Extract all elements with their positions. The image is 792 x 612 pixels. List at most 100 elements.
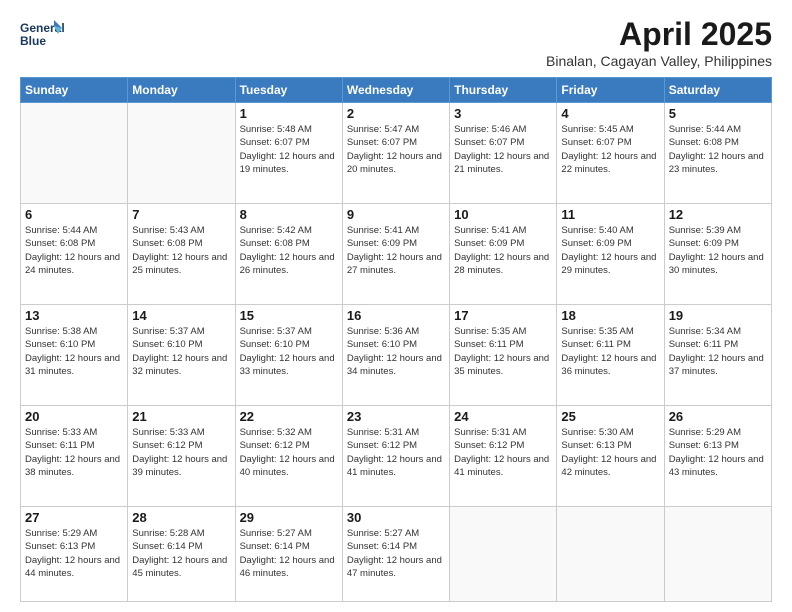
table-row: 21 Sunrise: 5:33 AMSunset: 6:12 PMDaylig… <box>128 405 235 506</box>
table-row: 19 Sunrise: 5:34 AMSunset: 6:11 PMDaylig… <box>664 304 771 405</box>
day-info: Sunrise: 5:35 AMSunset: 6:11 PMDaylight:… <box>454 325 552 378</box>
day-number: 29 <box>240 510 338 525</box>
day-number: 9 <box>347 207 445 222</box>
day-number: 12 <box>669 207 767 222</box>
day-info: Sunrise: 5:35 AMSunset: 6:11 PMDaylight:… <box>561 325 659 378</box>
table-row: 6 Sunrise: 5:44 AMSunset: 6:08 PMDayligh… <box>21 203 128 304</box>
table-row: 8 Sunrise: 5:42 AMSunset: 6:08 PMDayligh… <box>235 203 342 304</box>
table-row <box>21 103 128 204</box>
day-info: Sunrise: 5:29 AMSunset: 6:13 PMDaylight:… <box>669 426 767 479</box>
table-row: 13 Sunrise: 5:38 AMSunset: 6:10 PMDaylig… <box>21 304 128 405</box>
day-info: Sunrise: 5:38 AMSunset: 6:10 PMDaylight:… <box>25 325 123 378</box>
day-info: Sunrise: 5:40 AMSunset: 6:09 PMDaylight:… <box>561 224 659 277</box>
table-row: 18 Sunrise: 5:35 AMSunset: 6:11 PMDaylig… <box>557 304 664 405</box>
day-info: Sunrise: 5:31 AMSunset: 6:12 PMDaylight:… <box>347 426 445 479</box>
col-saturday: Saturday <box>664 78 771 103</box>
table-row: 27 Sunrise: 5:29 AMSunset: 6:13 PMDaylig… <box>21 506 128 601</box>
table-row: 2 Sunrise: 5:47 AMSunset: 6:07 PMDayligh… <box>342 103 449 204</box>
col-tuesday: Tuesday <box>235 78 342 103</box>
day-info: Sunrise: 5:32 AMSunset: 6:12 PMDaylight:… <box>240 426 338 479</box>
col-thursday: Thursday <box>450 78 557 103</box>
day-info: Sunrise: 5:47 AMSunset: 6:07 PMDaylight:… <box>347 123 445 176</box>
day-number: 14 <box>132 308 230 323</box>
header: General Blue April 2025 Binalan, Cagayan… <box>20 16 772 69</box>
day-number: 8 <box>240 207 338 222</box>
day-number: 2 <box>347 106 445 121</box>
table-row: 11 Sunrise: 5:40 AMSunset: 6:09 PMDaylig… <box>557 203 664 304</box>
day-number: 11 <box>561 207 659 222</box>
day-info: Sunrise: 5:37 AMSunset: 6:10 PMDaylight:… <box>240 325 338 378</box>
day-info: Sunrise: 5:41 AMSunset: 6:09 PMDaylight:… <box>347 224 445 277</box>
day-number: 22 <box>240 409 338 424</box>
day-number: 25 <box>561 409 659 424</box>
calendar-table: Sunday Monday Tuesday Wednesday Thursday… <box>20 77 772 602</box>
table-row: 16 Sunrise: 5:36 AMSunset: 6:10 PMDaylig… <box>342 304 449 405</box>
title-block: April 2025 Binalan, Cagayan Valley, Phil… <box>546 16 772 69</box>
calendar-header-row: Sunday Monday Tuesday Wednesday Thursday… <box>21 78 772 103</box>
day-info: Sunrise: 5:33 AMSunset: 6:12 PMDaylight:… <box>132 426 230 479</box>
table-row: 17 Sunrise: 5:35 AMSunset: 6:11 PMDaylig… <box>450 304 557 405</box>
day-info: Sunrise: 5:44 AMSunset: 6:08 PMDaylight:… <box>669 123 767 176</box>
day-info: Sunrise: 5:33 AMSunset: 6:11 PMDaylight:… <box>25 426 123 479</box>
table-row: 20 Sunrise: 5:33 AMSunset: 6:11 PMDaylig… <box>21 405 128 506</box>
table-row: 26 Sunrise: 5:29 AMSunset: 6:13 PMDaylig… <box>664 405 771 506</box>
col-wednesday: Wednesday <box>342 78 449 103</box>
day-info: Sunrise: 5:37 AMSunset: 6:10 PMDaylight:… <box>132 325 230 378</box>
day-info: Sunrise: 5:41 AMSunset: 6:09 PMDaylight:… <box>454 224 552 277</box>
table-row: 1 Sunrise: 5:48 AMSunset: 6:07 PMDayligh… <box>235 103 342 204</box>
day-number: 18 <box>561 308 659 323</box>
table-row: 28 Sunrise: 5:28 AMSunset: 6:14 PMDaylig… <box>128 506 235 601</box>
day-info: Sunrise: 5:43 AMSunset: 6:08 PMDaylight:… <box>132 224 230 277</box>
day-number: 27 <box>25 510 123 525</box>
col-friday: Friday <box>557 78 664 103</box>
table-row: 30 Sunrise: 5:27 AMSunset: 6:14 PMDaylig… <box>342 506 449 601</box>
table-row <box>557 506 664 601</box>
day-number: 19 <box>669 308 767 323</box>
day-info: Sunrise: 5:34 AMSunset: 6:11 PMDaylight:… <box>669 325 767 378</box>
main-title: April 2025 <box>546 16 772 53</box>
day-number: 6 <box>25 207 123 222</box>
day-number: 5 <box>669 106 767 121</box>
day-info: Sunrise: 5:30 AMSunset: 6:13 PMDaylight:… <box>561 426 659 479</box>
day-info: Sunrise: 5:46 AMSunset: 6:07 PMDaylight:… <box>454 123 552 176</box>
day-number: 1 <box>240 106 338 121</box>
day-info: Sunrise: 5:39 AMSunset: 6:09 PMDaylight:… <box>669 224 767 277</box>
day-number: 20 <box>25 409 123 424</box>
table-row: 29 Sunrise: 5:27 AMSunset: 6:14 PMDaylig… <box>235 506 342 601</box>
day-number: 28 <box>132 510 230 525</box>
day-number: 7 <box>132 207 230 222</box>
day-number: 21 <box>132 409 230 424</box>
day-number: 24 <box>454 409 552 424</box>
table-row: 14 Sunrise: 5:37 AMSunset: 6:10 PMDaylig… <box>128 304 235 405</box>
day-info: Sunrise: 5:48 AMSunset: 6:07 PMDaylight:… <box>240 123 338 176</box>
subtitle: Binalan, Cagayan Valley, Philippines <box>546 53 772 69</box>
table-row: 3 Sunrise: 5:46 AMSunset: 6:07 PMDayligh… <box>450 103 557 204</box>
day-info: Sunrise: 5:31 AMSunset: 6:12 PMDaylight:… <box>454 426 552 479</box>
day-number: 13 <box>25 308 123 323</box>
day-info: Sunrise: 5:42 AMSunset: 6:08 PMDaylight:… <box>240 224 338 277</box>
table-row <box>128 103 235 204</box>
day-info: Sunrise: 5:27 AMSunset: 6:14 PMDaylight:… <box>240 527 338 580</box>
table-row <box>450 506 557 601</box>
day-number: 15 <box>240 308 338 323</box>
day-number: 23 <box>347 409 445 424</box>
table-row: 15 Sunrise: 5:37 AMSunset: 6:10 PMDaylig… <box>235 304 342 405</box>
day-number: 10 <box>454 207 552 222</box>
day-info: Sunrise: 5:36 AMSunset: 6:10 PMDaylight:… <box>347 325 445 378</box>
day-number: 30 <box>347 510 445 525</box>
day-number: 26 <box>669 409 767 424</box>
day-number: 17 <box>454 308 552 323</box>
svg-text:Blue: Blue <box>20 34 46 48</box>
day-info: Sunrise: 5:44 AMSunset: 6:08 PMDaylight:… <box>25 224 123 277</box>
table-row <box>664 506 771 601</box>
table-row: 4 Sunrise: 5:45 AMSunset: 6:07 PMDayligh… <box>557 103 664 204</box>
table-row: 25 Sunrise: 5:30 AMSunset: 6:13 PMDaylig… <box>557 405 664 506</box>
col-monday: Monday <box>128 78 235 103</box>
table-row: 5 Sunrise: 5:44 AMSunset: 6:08 PMDayligh… <box>664 103 771 204</box>
day-info: Sunrise: 5:27 AMSunset: 6:14 PMDaylight:… <box>347 527 445 580</box>
day-info: Sunrise: 5:29 AMSunset: 6:13 PMDaylight:… <box>25 527 123 580</box>
col-sunday: Sunday <box>21 78 128 103</box>
day-number: 3 <box>454 106 552 121</box>
table-row: 12 Sunrise: 5:39 AMSunset: 6:09 PMDaylig… <box>664 203 771 304</box>
logo: General Blue <box>20 16 64 60</box>
